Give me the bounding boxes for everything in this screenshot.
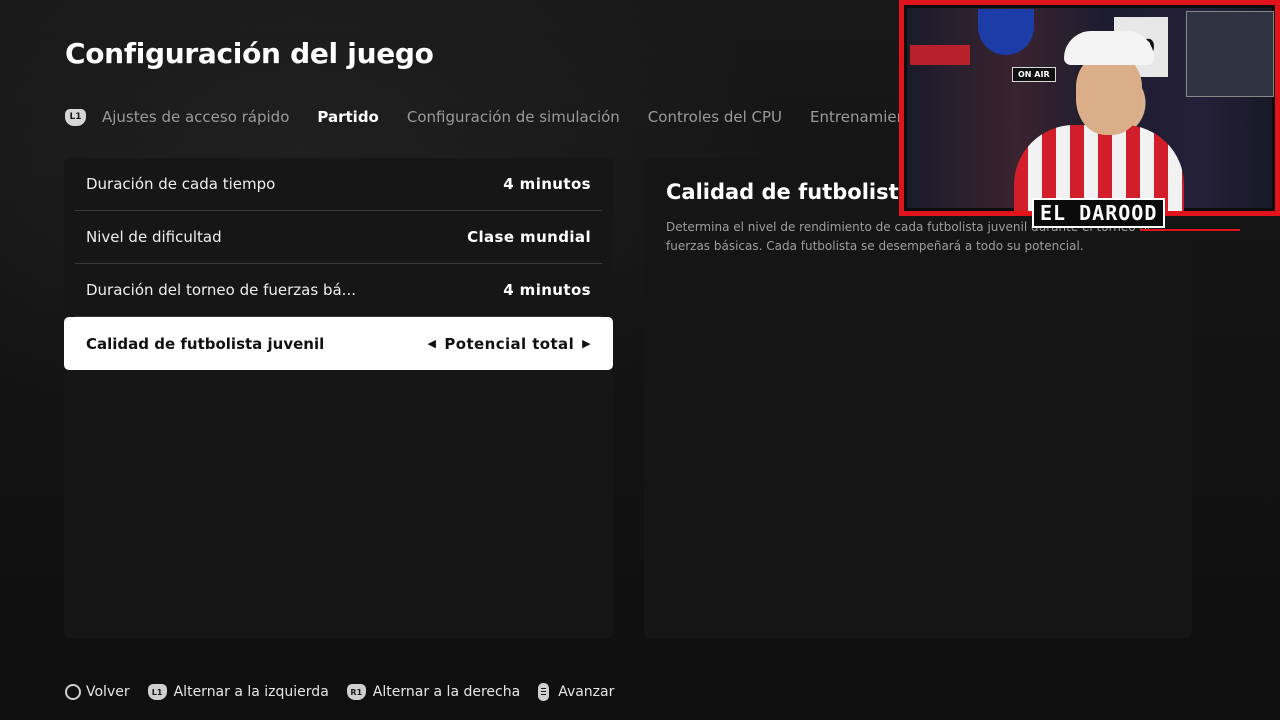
- settings-panel: Duración de cada tiempo 4 minutos Nivel …: [64, 158, 613, 638]
- l1-button-icon[interactable]: L1: [65, 108, 86, 126]
- options-button-icon: [538, 683, 550, 701]
- page-title: Configuración del juego: [65, 37, 434, 70]
- webcam-streamer-face: [1076, 55, 1142, 135]
- webcam-on-air-sign: ON AIR: [1012, 67, 1056, 82]
- setting-label: Nivel de dificultad: [86, 228, 222, 246]
- footer-switch-left-label: Alternar a la izquierda: [173, 684, 329, 700]
- circle-button-icon: [65, 684, 81, 700]
- setting-row-half-length[interactable]: Duración de cada tiempo 4 minutos: [75, 158, 602, 211]
- setting-row-difficulty[interactable]: Nivel de dificultad Clase mundial: [75, 211, 602, 264]
- setting-label: Duración de cada tiempo: [86, 175, 276, 193]
- tab-simulation-settings[interactable]: Configuración de simulación: [407, 108, 620, 126]
- setting-row-youth-tournament-length[interactable]: Duración del torneo de fuerzas bá... 4 m…: [75, 264, 602, 317]
- setting-label: Duración del torneo de fuerzas bá...: [86, 281, 356, 299]
- arrow-left-icon[interactable]: ◀: [428, 337, 437, 350]
- streamer-name-overlay: EL DAROOD: [1032, 198, 1166, 228]
- footer-switch-right[interactable]: R1 Alternar a la derecha: [346, 684, 521, 700]
- footer-back-label: Volver: [86, 684, 130, 700]
- tab-cpu-controls[interactable]: Controles del CPU: [648, 108, 782, 126]
- footer-switch-left[interactable]: L1 Alternar a la izquierda: [147, 684, 329, 700]
- tab-quick-settings[interactable]: Ajustes de acceso rápido: [102, 108, 289, 126]
- webcam-overlay: 70 ON AIR: [899, 0, 1280, 216]
- footer-controls: Volver L1 Alternar a la izquierda R1 Alt…: [65, 681, 632, 703]
- setting-value-selector[interactable]: ◀ Potencial total ▶: [428, 335, 592, 353]
- arrow-right-icon[interactable]: ▶: [582, 337, 591, 350]
- description-panel: Calidad de futbolista ju Determina el ni…: [644, 158, 1192, 638]
- selector-value: Potencial total: [444, 334, 575, 353]
- r1-button-icon: R1: [346, 684, 366, 700]
- footer-advance[interactable]: Avanzar: [538, 683, 614, 701]
- overlay-divider: [1140, 229, 1240, 231]
- footer-advance-label: Avanzar: [558, 684, 615, 700]
- webcam-poster: [1186, 11, 1274, 97]
- footer-switch-right-label: Alternar a la derecha: [372, 684, 521, 700]
- setting-row-youth-player-quality[interactable]: Calidad de futbolista juvenil ◀ Potencia…: [64, 317, 613, 370]
- webcam-shelf: [910, 45, 970, 65]
- setting-value: 4 minutos: [503, 281, 591, 299]
- setting-value: Clase mundial: [467, 228, 591, 246]
- webcam-streamer-cap: [1064, 31, 1154, 65]
- setting-label: Calidad de futbolista juvenil: [86, 334, 325, 353]
- tab-bar: L1 Ajustes de acceso rápido Partido Conf…: [65, 104, 986, 130]
- tab-match[interactable]: Partido: [317, 108, 378, 126]
- setting-value: 4 minutos: [503, 175, 591, 193]
- footer-back[interactable]: Volver: [65, 684, 130, 700]
- l1-button-icon: L1: [147, 684, 167, 700]
